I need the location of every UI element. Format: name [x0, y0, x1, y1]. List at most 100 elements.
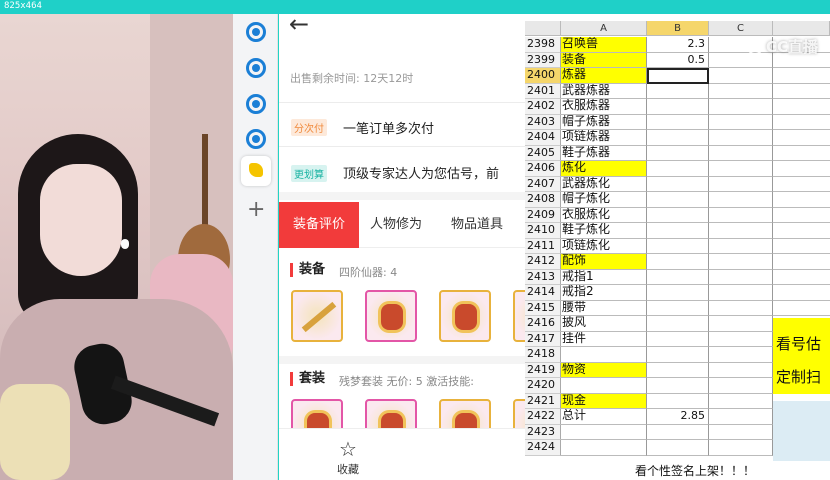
browser-icon[interactable]	[246, 58, 266, 78]
cell-d[interactable]	[773, 254, 830, 270]
row-number[interactable]: 2410	[525, 223, 561, 239]
cell-b[interactable]: 2.85	[647, 409, 709, 425]
cell-a[interactable]: 炼器	[561, 68, 647, 84]
cell-a[interactable]: 配饰	[561, 254, 647, 270]
cell-a[interactable]: 现金	[561, 393, 647, 409]
cell-d[interactable]	[773, 130, 830, 146]
cell-b[interactable]	[647, 393, 709, 409]
row-number[interactable]: 2408	[525, 192, 561, 208]
cell-b[interactable]	[647, 130, 709, 146]
row-number[interactable]: 2401	[525, 83, 561, 99]
cell-a[interactable]: 项链炼器	[561, 130, 647, 146]
column-header-a[interactable]: A	[561, 21, 647, 36]
cell-b[interactable]	[647, 83, 709, 99]
cell-c[interactable]	[709, 347, 773, 363]
cell-b[interactable]: 0.5	[647, 52, 709, 68]
favorite-label[interactable]: 收藏	[337, 461, 359, 477]
cell-c[interactable]	[709, 362, 773, 378]
cell-b[interactable]	[647, 269, 709, 285]
cell-c[interactable]	[709, 378, 773, 394]
cell-b[interactable]	[647, 223, 709, 239]
column-header-c[interactable]: C	[709, 21, 773, 36]
cell-d[interactable]	[773, 301, 830, 316]
row-number[interactable]: 2414	[525, 285, 561, 301]
row-number[interactable]: 2398	[525, 37, 561, 53]
cell-a[interactable]: 鞋子炼器	[561, 145, 647, 161]
cell-b[interactable]	[647, 207, 709, 223]
row-number[interactable]: 2424	[525, 440, 561, 456]
cell-b[interactable]	[647, 362, 709, 378]
cell-a[interactable]: 帽子炼化	[561, 192, 647, 208]
cell-c[interactable]	[709, 83, 773, 99]
cell-c[interactable]	[709, 99, 773, 115]
star-icon[interactable]: ☆	[339, 437, 357, 461]
cell-c[interactable]	[709, 269, 773, 285]
row-number[interactable]: 2412	[525, 254, 561, 270]
cell-c[interactable]	[709, 192, 773, 208]
cell-c[interactable]	[709, 285, 773, 301]
cell-a[interactable]: 项链炼化	[561, 238, 647, 254]
row-number[interactable]: 2423	[525, 424, 561, 440]
row-number[interactable]: 2415	[525, 300, 561, 316]
row-number[interactable]: 2402	[525, 99, 561, 115]
row-number[interactable]: 2399	[525, 52, 561, 68]
cell-c[interactable]	[709, 161, 773, 177]
row-number[interactable]: 2404	[525, 130, 561, 146]
row-number[interactable]: 2418	[525, 347, 561, 363]
row-number[interactable]: 2406	[525, 161, 561, 177]
cell-b[interactable]	[647, 347, 709, 363]
cell-a[interactable]: 衣服炼器	[561, 99, 647, 115]
tab-equipment-review[interactable]: 装备评价	[279, 202, 359, 248]
cell-d[interactable]	[773, 99, 830, 115]
equipment-item[interactable]	[291, 290, 343, 342]
cell-a[interactable]: 总计	[561, 409, 647, 425]
cell-b[interactable]	[647, 285, 709, 301]
back-arrow-icon[interactable]: ←	[289, 14, 309, 38]
cell-c[interactable]	[709, 68, 773, 84]
cell-a[interactable]: 召唤兽	[561, 37, 647, 53]
cell-c[interactable]	[709, 300, 773, 316]
cell-a[interactable]: 戒指2	[561, 285, 647, 301]
cell-a[interactable]: 披风	[561, 316, 647, 332]
cell-a[interactable]: 戒指1	[561, 269, 647, 285]
cell-d[interactable]	[773, 177, 830, 192]
row-number[interactable]: 2416	[525, 316, 561, 332]
cell-a[interactable]: 挂件	[561, 331, 647, 347]
installment-text[interactable]: 一笔订单多次付	[343, 118, 434, 137]
add-icon[interactable]: +	[247, 199, 265, 221]
cell-b[interactable]	[647, 254, 709, 270]
equipment-item[interactable]	[513, 290, 525, 342]
cell-c[interactable]	[709, 238, 773, 254]
cell-b[interactable]: 2.3	[647, 37, 709, 53]
cell-a[interactable]: 物资	[561, 362, 647, 378]
row-number[interactable]: 2409	[525, 207, 561, 223]
cell-d[interactable]	[773, 115, 830, 130]
cell-a[interactable]	[561, 424, 647, 440]
cell-a[interactable]: 炼化	[561, 161, 647, 177]
row-number[interactable]: 2400	[525, 68, 561, 84]
cell-b[interactable]	[647, 331, 709, 347]
cell-d[interactable]	[773, 161, 830, 177]
cell-a[interactable]: 装备	[561, 52, 647, 68]
equipment-item[interactable]	[439, 290, 491, 342]
cell-c[interactable]	[709, 409, 773, 425]
row-number[interactable]: 2407	[525, 176, 561, 192]
app-shortcut[interactable]	[241, 156, 271, 186]
row-number[interactable]: 2422	[525, 409, 561, 425]
cell-d[interactable]	[773, 270, 830, 285]
row-number[interactable]: 2421	[525, 393, 561, 409]
row-number[interactable]: 2403	[525, 114, 561, 130]
cell-b[interactable]	[647, 316, 709, 332]
cell-d[interactable]	[773, 68, 830, 84]
cell-b[interactable]	[647, 440, 709, 456]
cell-c[interactable]	[709, 176, 773, 192]
cell-c[interactable]	[709, 424, 773, 440]
cell-b[interactable]	[647, 424, 709, 440]
cell-c[interactable]	[709, 145, 773, 161]
cell-d[interactable]	[773, 223, 830, 239]
tab-items[interactable]: 物品道具	[451, 202, 503, 248]
cell-a[interactable]: 鞋子炼化	[561, 223, 647, 239]
cell-a[interactable]: 武器炼化	[561, 176, 647, 192]
valuation-text[interactable]: 顶级专家达人为您估号，前	[343, 163, 499, 182]
cell-c[interactable]	[709, 316, 773, 332]
